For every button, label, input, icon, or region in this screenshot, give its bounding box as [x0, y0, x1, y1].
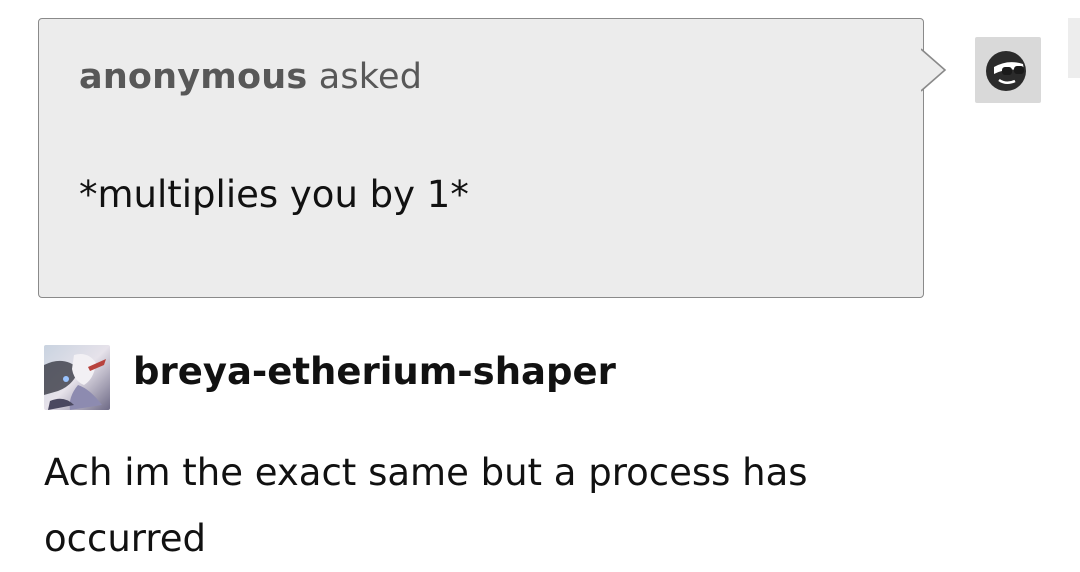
asker-line: anonymous asked [79, 57, 422, 97]
asker-avatar[interactable] [975, 37, 1041, 103]
ask-question: *multiplies you by 1* [79, 173, 469, 216]
right-edge-strip [1068, 18, 1080, 78]
reblogger-avatar[interactable] [44, 345, 110, 410]
cool-face-sunglasses-icon [986, 51, 1026, 91]
ask-pointer-tail [921, 48, 947, 92]
asked-label: asked [307, 57, 423, 97]
asker-name[interactable]: anonymous [79, 57, 307, 97]
reblog-answer-text: Ach im the exact same but a process has … [44, 451, 808, 560]
anime-character-avatar [44, 345, 110, 410]
reblogger-username[interactable]: breya-etherium-shaper [133, 350, 616, 393]
ask-box: anonymous asked *multiplies you by 1* [38, 18, 924, 298]
